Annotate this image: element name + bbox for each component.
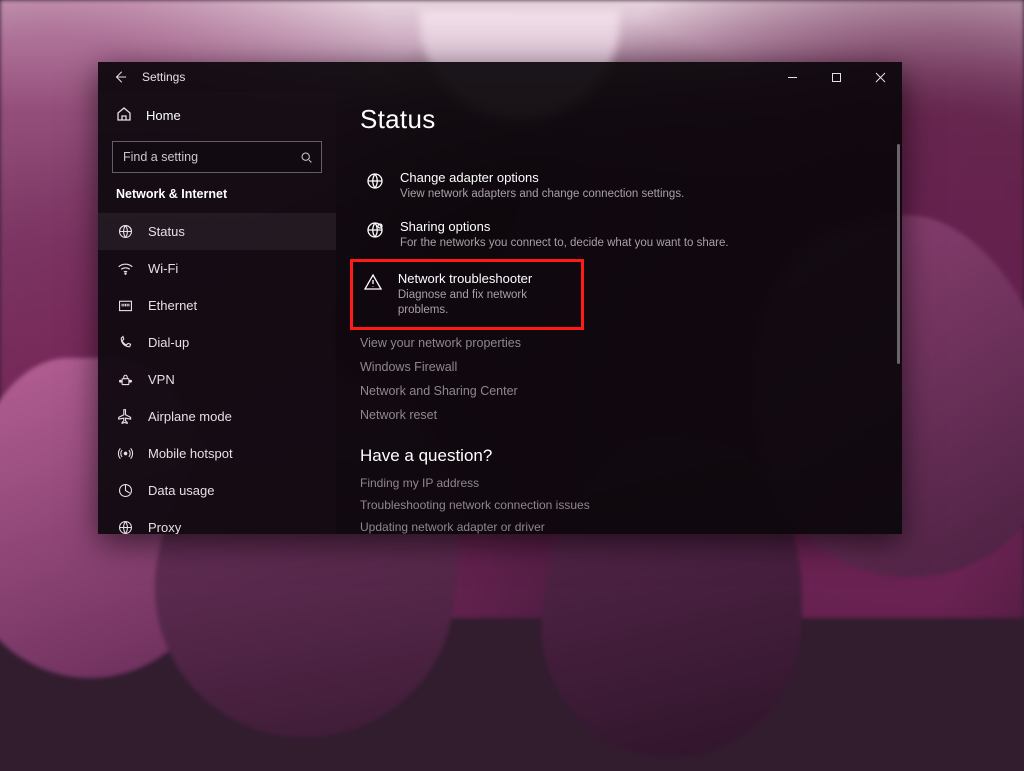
sidebar-item-datausage[interactable]: Data usage — [98, 472, 336, 509]
hotspot-icon — [116, 445, 134, 462]
minimize-icon — [787, 72, 798, 83]
window-title: Settings — [142, 70, 185, 84]
maximize-icon — [831, 72, 842, 83]
sidebar-nav-list: Status Wi-Fi Ethernet Dial-up VPN — [98, 213, 336, 534]
sidebar-item-vpn[interactable]: VPN — [98, 361, 336, 398]
title-bar: Settings — [98, 62, 902, 92]
help-links: Finding my IP address Troubleshooting ne… — [360, 476, 878, 534]
sidebar-category: Network & Internet — [98, 187, 336, 213]
link-network-reset[interactable]: Network reset — [360, 408, 878, 422]
wifi-icon — [116, 260, 134, 277]
sidebar-item-airplane[interactable]: Airplane mode — [98, 398, 336, 435]
sidebar-item-hotspot[interactable]: Mobile hotspot — [98, 435, 336, 472]
link-sharing-center[interactable]: Network and Sharing Center — [360, 384, 878, 398]
link-network-properties[interactable]: View your network properties — [360, 336, 878, 350]
home-label: Home — [146, 108, 181, 123]
option-label: Network troubleshooter — [398, 270, 571, 288]
search-box[interactable] — [112, 141, 322, 173]
proxy-icon — [116, 519, 134, 534]
airplane-icon — [116, 408, 134, 425]
close-icon — [875, 72, 886, 83]
sidebar-item-label: Mobile hotspot — [148, 446, 233, 461]
sidebar-item-label: Dial-up — [148, 335, 189, 350]
warning-icon — [363, 272, 384, 292]
have-a-question-heading: Have a question? — [360, 446, 878, 466]
sidebar-item-wifi[interactable]: Wi-Fi — [98, 250, 336, 287]
option-desc: For the networks you connect to, decide … — [400, 236, 729, 252]
page-title: Status — [360, 104, 878, 135]
related-links: View your network properties Windows Fir… — [360, 336, 878, 422]
data-usage-icon — [116, 482, 134, 499]
status-icon — [116, 223, 134, 240]
sidebar-item-label: Data usage — [148, 483, 215, 498]
search-input[interactable] — [121, 149, 300, 165]
option-label: Sharing options — [400, 218, 729, 236]
vpn-icon — [116, 371, 134, 388]
option-change-adapter[interactable]: Change adapter options View network adap… — [360, 161, 788, 210]
help-troubleshoot-connection[interactable]: Troubleshooting network connection issue… — [360, 498, 878, 512]
sidebar-item-label: VPN — [148, 372, 175, 387]
help-update-adapter[interactable]: Updating network adapter or driver — [360, 520, 878, 534]
main-content: Status Change adapter options View netwo… — [336, 92, 902, 534]
link-windows-firewall[interactable]: Windows Firewall — [360, 360, 878, 374]
sidebar-item-label: Status — [148, 224, 185, 239]
sidebar: Home Network & Internet Status Wi-Fi — [98, 92, 336, 534]
minimize-button[interactable] — [770, 62, 814, 92]
ethernet-icon — [116, 297, 134, 314]
maximize-button[interactable] — [814, 62, 858, 92]
sidebar-item-proxy[interactable]: Proxy — [98, 509, 336, 534]
help-find-ip[interactable]: Finding my IP address — [360, 476, 878, 490]
search-icon — [300, 151, 313, 164]
option-label: Change adapter options — [400, 169, 684, 187]
close-button[interactable] — [858, 62, 902, 92]
option-desc: View network adapters and change connect… — [400, 187, 684, 203]
home-icon — [116, 106, 132, 125]
sidebar-item-label: Proxy — [148, 520, 181, 534]
home-nav[interactable]: Home — [98, 96, 336, 135]
sidebar-item-label: Wi-Fi — [148, 261, 178, 276]
option-desc: Diagnose and fix network problems. — [398, 288, 571, 319]
sidebar-item-label: Airplane mode — [148, 409, 232, 424]
sidebar-item-ethernet[interactable]: Ethernet — [98, 287, 336, 324]
option-sharing[interactable]: Sharing options For the networks you con… — [360, 210, 788, 259]
sidebar-item-dialup[interactable]: Dial-up — [98, 324, 336, 361]
dialup-icon — [116, 334, 134, 351]
settings-window: Settings Home — [98, 62, 902, 534]
sidebar-item-label: Ethernet — [148, 298, 197, 313]
share-icon — [364, 220, 386, 240]
sidebar-item-status[interactable]: Status — [98, 213, 336, 250]
scrollbar-thumb[interactable] — [897, 144, 900, 364]
back-button[interactable] — [98, 62, 142, 92]
globe-icon — [364, 171, 386, 191]
arrow-left-icon — [113, 70, 127, 84]
option-troubleshooter[interactable]: Network troubleshooter Diagnose and fix … — [350, 259, 584, 330]
